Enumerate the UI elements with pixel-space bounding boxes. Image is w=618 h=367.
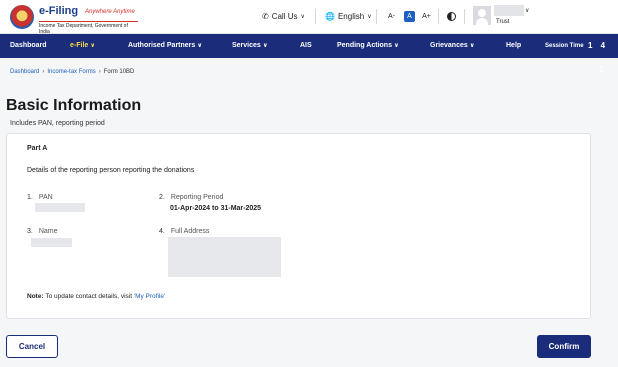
chevron-down-icon: ∨ (367, 14, 372, 20)
breadcrumb: Dashboard › Income-tax Forms › Form 10BD (10, 69, 134, 75)
globe-icon: 🌐 (325, 12, 335, 21)
name-label: 3. Name (27, 228, 58, 235)
call-us-label: Call Us (271, 12, 298, 21)
breadcrumb-current: Form 10BD (103, 69, 135, 75)
chevron-down-icon: ∨ (393, 43, 399, 49)
divider (464, 9, 465, 24)
font-decrease-button[interactable]: A- (386, 11, 397, 22)
nav-label: Dashboard (10, 42, 47, 49)
field-number: 4. (159, 228, 165, 235)
chevron-down-icon: ∨ (90, 43, 96, 49)
full-address-label: 4. Full Address (159, 228, 209, 235)
contact-note: Note: To update contact details, visit '… (27, 293, 165, 300)
nav-label: Pending Actions (337, 42, 392, 49)
nav-label: Help (506, 42, 522, 49)
user-menu-chevron-icon[interactable]: ∨ (525, 7, 529, 14)
nav-label: Grievances (430, 42, 468, 49)
phone-icon: ✆ (262, 12, 269, 21)
nav-services[interactable]: Services ∨ (232, 34, 268, 58)
top-header: e-Filing Anywhere Anytime Income Tax Dep… (0, 0, 618, 35)
chevron-down-icon: ∨ (197, 43, 203, 49)
font-normal-button[interactable]: A (404, 11, 415, 22)
chevron-right-icon: › (42, 69, 45, 75)
pan-value-redacted (35, 203, 85, 212)
part-title: Part A (27, 145, 48, 152)
part-description: Details of the reporting person reportin… (27, 167, 195, 174)
efiling-logo[interactable]: e-Filing Anywhere Anytime Income Tax Dep… (10, 4, 138, 35)
divider (315, 9, 316, 24)
emblem-icon (10, 5, 34, 29)
user-name-redacted (494, 5, 524, 16)
page-subtitle: Includes PAN, reporting period (10, 120, 105, 127)
breadcrumb-dashboard[interactable]: Dashboard (10, 69, 39, 75)
nav-e-file[interactable]: e-File ∨ (70, 34, 95, 58)
font-increase-button[interactable]: A+ (421, 11, 432, 22)
chevron-down-icon: ∨ (300, 14, 305, 20)
my-profile-link[interactable]: 'My Profile' (134, 293, 165, 300)
cancel-button[interactable]: Cancel (6, 335, 58, 358)
call-us-button[interactable]: ✆ Call Us ∨ (262, 12, 305, 21)
field-label-text: Name (38, 228, 58, 235)
nav-help[interactable]: Help (506, 34, 521, 58)
note-text: To update contact details, visit (45, 293, 133, 300)
nav-authorised-partners[interactable]: Authorised Partners ∨ (128, 34, 202, 58)
nav-dashboard[interactable]: Dashboard (10, 34, 47, 58)
name-value-redacted (31, 238, 72, 247)
contrast-toggle-icon[interactable] (447, 12, 456, 21)
reporting-period-value: 01-Apr-2024 to 31-Mar-2025 (170, 205, 262, 212)
divider (376, 9, 377, 24)
breadcrumb-income-tax-forms[interactable]: Income-tax Forms (47, 69, 95, 75)
nav-label: Authorised Partners (128, 42, 196, 49)
nav-label: Services (232, 42, 261, 49)
session-time-value: 1 4 : 1 (588, 41, 609, 74)
avatar[interactable] (473, 6, 491, 25)
field-label-text: Reporting Period (170, 194, 224, 201)
nav-pending-actions[interactable]: Pending Actions ∨ (337, 34, 399, 58)
main-nav: Dashboard e-File ∨ Authorised Partners ∨ S… (0, 34, 618, 74)
field-label-text: PAN (38, 194, 53, 201)
language-label: English (337, 12, 365, 21)
divider (438, 9, 439, 24)
session-time-label: Session Time (545, 43, 584, 49)
logo-title: e-Filing (39, 5, 79, 17)
basic-info-card: Part A Details of the reporting person r… (6, 133, 591, 319)
page-title: Basic Information (6, 97, 142, 114)
language-select[interactable]: 🌐 English ∨ (325, 12, 372, 21)
chevron-down-icon: ∨ (262, 43, 268, 49)
logo-tagline: Anywhere Anytime (85, 9, 135, 15)
logo-subtitle: Income Tax Department, Government of Ind… (39, 21, 138, 35)
pan-label: 1. PAN (27, 194, 53, 201)
chevron-down-icon: ∨ (469, 43, 475, 49)
field-number: 3. (27, 228, 33, 235)
user-role: Trust (496, 19, 510, 25)
reporting-period-label: 2. Reporting Period (159, 194, 223, 201)
nav-grievances[interactable]: Grievances ∨ (430, 34, 475, 58)
confirm-button[interactable]: Confirm (537, 335, 591, 358)
nav-label: e-File (70, 42, 89, 49)
field-label-text: Full Address (170, 228, 210, 235)
nav-label: AIS (300, 42, 312, 49)
chevron-right-icon: › (98, 69, 101, 75)
field-number: 1. (27, 194, 33, 201)
note-prefix: Note: (27, 293, 44, 300)
field-number: 2. (159, 194, 165, 201)
nav-ais[interactable]: AIS (300, 34, 312, 58)
full-address-value-redacted (168, 237, 281, 277)
